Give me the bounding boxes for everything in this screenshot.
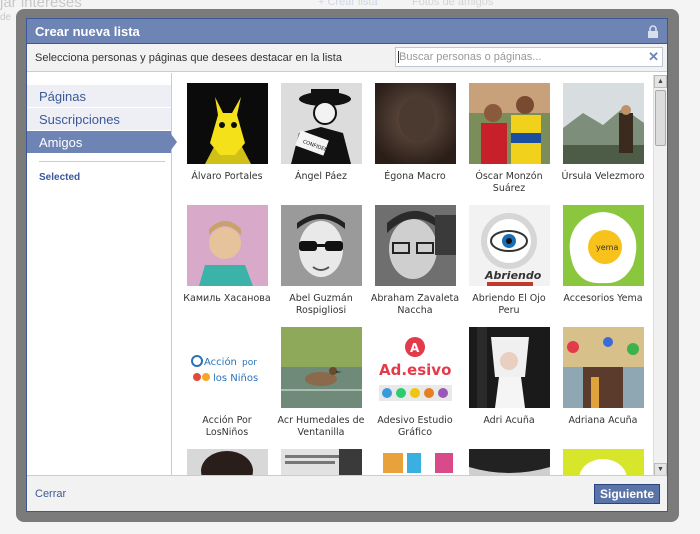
person-name: Abraham Zavaleta Naccha	[370, 293, 460, 316]
person-tile[interactable]	[462, 449, 556, 477]
profile-picture[interactable]	[562, 449, 644, 477]
clear-icon[interactable]: ✕	[648, 49, 659, 65]
svg-text:los Niños: los Niños	[213, 373, 258, 384]
person-name: Acción Por LosNiños	[202, 415, 252, 438]
instruction-text: Selecciona personas y páginas que desees…	[35, 52, 342, 64]
profile-picture[interactable]: Abriendo	[468, 205, 550, 286]
sidebar-item-label: Páginas	[39, 89, 86, 104]
person-tile[interactable]: Adri Acuña	[462, 327, 556, 427]
dialog-title: Crear nueva lista	[35, 24, 140, 39]
scrollbar-thumb[interactable]	[655, 90, 666, 146]
person-name: Камиль Хасанова	[183, 293, 271, 304]
person-name: Égona Macro	[384, 171, 446, 182]
profile-picture[interactable]	[562, 83, 644, 164]
profile-picture[interactable]	[280, 205, 362, 286]
person-tile[interactable]	[180, 449, 274, 477]
sidebar-item-amigos[interactable]: Amigos	[27, 131, 177, 153]
person-name: Álvaro Portales	[191, 171, 263, 182]
person-tile[interactable]	[556, 449, 650, 477]
selected-filter-link[interactable]: Selected	[27, 172, 171, 183]
person-tile[interactable]: Álvaro Portales	[180, 83, 274, 183]
person-tile[interactable]: Abel Guzmán Rospigliosi	[274, 205, 368, 317]
search-input[interactable]	[396, 48, 640, 66]
profile-picture[interactable]	[280, 449, 362, 477]
person-name: Ángel Páez	[294, 171, 347, 182]
person-name: Abel Guzmán Rospigliosi	[289, 293, 353, 316]
person-name: Acr Humedales de Ventanilla	[277, 415, 365, 438]
profile-picture[interactable]	[374, 205, 456, 286]
person-tile[interactable]	[274, 449, 368, 477]
profile-picture[interactable]: Acción por los Niños	[186, 327, 268, 408]
profile-picture[interactable]	[468, 327, 550, 408]
profile-picture[interactable]	[562, 327, 644, 408]
person-tile[interactable]: Égona Macro	[368, 83, 462, 183]
profile-picture[interactable]: A Ad.esivo	[374, 327, 456, 408]
person-name: Úrsula Velezmoro	[561, 171, 645, 182]
person-tile[interactable]: Abriendo Abriendo El Ojo Peru	[462, 205, 556, 317]
person-tile[interactable]: Abraham Zavaleta Naccha	[368, 205, 462, 317]
next-button[interactable]: Siguiente	[593, 484, 660, 504]
person-tile[interactable]: A Ad.esivo Adesivo Estudio Gráfico	[368, 327, 462, 439]
scrollbar[interactable]: ▲ ▼	[653, 75, 667, 476]
person-name: Accesorios Yema	[563, 293, 643, 304]
sidebar-item-paginas[interactable]: Páginas	[27, 85, 171, 107]
person-name: Óscar Monzón Suárez	[475, 171, 543, 194]
person-name: Abriendo El Ojo Peru	[472, 293, 546, 316]
profile-picture[interactable]	[374, 83, 456, 164]
person-name: Adesivo Estudio Gráfico	[377, 415, 453, 438]
lock-icon	[647, 25, 659, 38]
svg-text:por: por	[242, 358, 257, 368]
profile-picture[interactable]	[186, 83, 268, 164]
dialog-subheader: Selecciona personas y páginas que desees…	[27, 44, 667, 72]
dialog-footer: Cerrar Siguiente	[27, 475, 667, 511]
person-tile[interactable]: Óscar Monzón Suárez	[462, 83, 556, 195]
profile-picture[interactable]	[468, 449, 550, 477]
profile-picture[interactable]	[280, 327, 362, 408]
profile-picture[interactable]: CONFIDENTIAL	[280, 83, 362, 164]
person-tile[interactable]: Acr Humedales de Ventanilla	[274, 327, 368, 439]
person-tile[interactable]: CONFIDENTIAL Ángel Páez	[274, 83, 368, 183]
profile-picture[interactable]	[186, 205, 268, 286]
person-name: Adriana Acuña	[568, 415, 638, 426]
profile-picture[interactable]: yema	[562, 205, 644, 286]
sidebar: Páginas Suscripciones Amigos Selected	[27, 73, 177, 477]
close-link[interactable]: Cerrar	[35, 488, 66, 500]
bg-create-list-link: + Crear lista	[318, 0, 378, 8]
svg-text:A: A	[410, 341, 420, 355]
person-tile[interactable]: Úrsula Velezmoro	[556, 83, 650, 183]
people-grid: Álvaro Portales CONFIDENTIAL Ángel Páez Égo…	[173, 73, 668, 477]
profile-picture[interactable]	[374, 449, 456, 477]
sidebar-item-label: Suscripciones	[39, 112, 120, 127]
person-tile[interactable]: Adriana Acuña	[556, 327, 650, 427]
bg-subtext: de	[0, 12, 12, 23]
text-caret	[398, 51, 399, 63]
dialog-header: Crear nueva lista	[27, 19, 667, 44]
svg-text:Acción: Acción	[204, 356, 237, 368]
create-list-dialog: Crear nueva lista Selecciona personas y …	[26, 18, 668, 512]
person-tile[interactable]: Acción por los Niños Acción Por LosNiños	[180, 327, 274, 439]
person-name: Adri Acuña	[483, 415, 535, 426]
sidebar-divider	[39, 161, 165, 162]
profile-picture[interactable]	[468, 83, 550, 164]
svg-text:Abriendo: Abriendo	[484, 269, 542, 282]
svg-text:yema: yema	[596, 243, 618, 252]
person-tile[interactable]	[368, 449, 462, 477]
scroll-up-arrow-icon[interactable]: ▲	[654, 75, 667, 88]
person-tile[interactable]: yema Accesorios Yema	[556, 205, 650, 305]
sidebar-item-label: Amigos	[39, 135, 83, 150]
person-tile[interactable]: Камиль Хасанова	[180, 205, 274, 305]
sidebar-item-suscripciones[interactable]: Suscripciones	[27, 108, 171, 130]
svg-text:Ad.esivo: Ad.esivo	[379, 361, 451, 379]
bg-photos-link: Fotos de amigos	[412, 0, 494, 8]
profile-picture[interactable]	[186, 449, 268, 477]
search-box: ✕	[395, 47, 663, 67]
